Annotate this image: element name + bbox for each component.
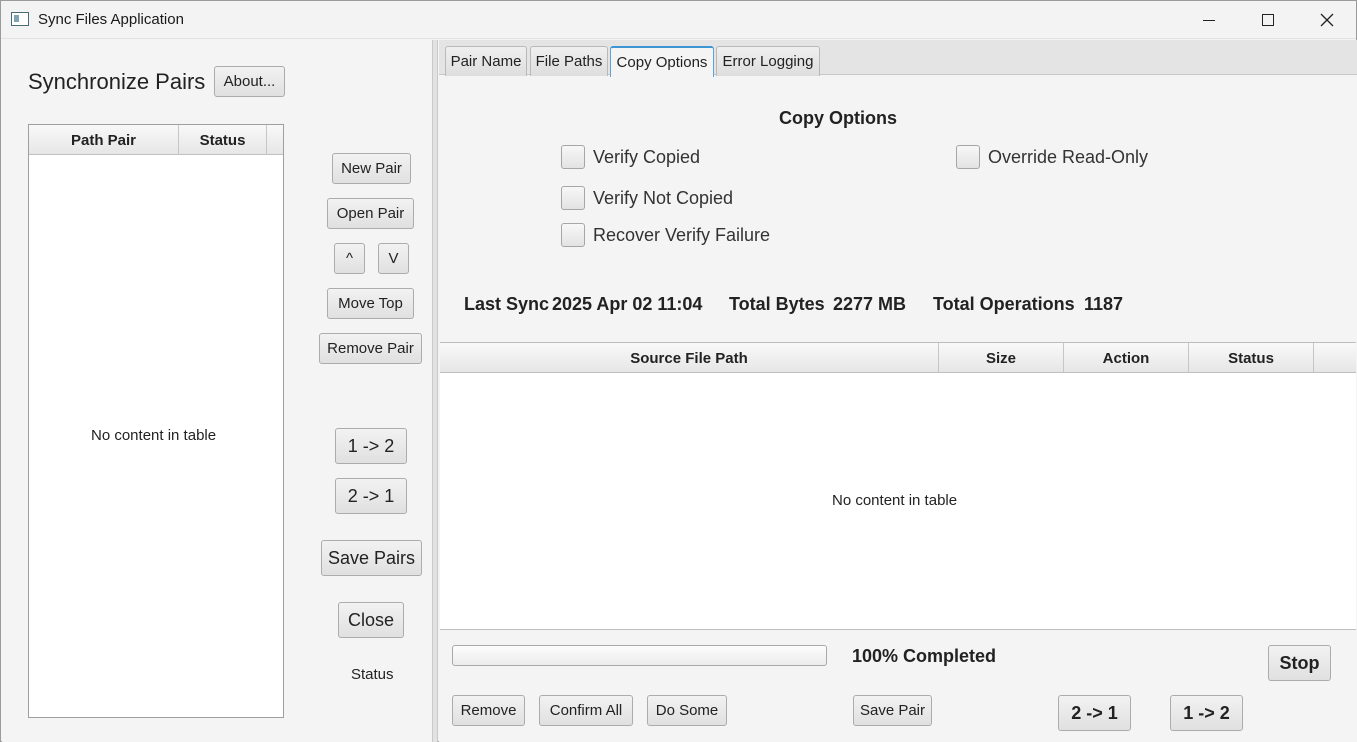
move-down-button[interactable]: V xyxy=(378,243,409,274)
total-bytes-value: 2277 MB xyxy=(833,294,907,314)
total-operations-label: Total Operations xyxy=(933,294,1075,314)
right-pane: Pair Name File Paths Copy Options Error … xyxy=(439,40,1357,742)
empty-table-message: No content in table xyxy=(832,492,958,509)
title-bar: Sync Files Application xyxy=(1,1,1356,39)
column-header-source-file-path[interactable]: Source File Path xyxy=(440,343,939,373)
verify-copied-label: Verify Copied xyxy=(593,146,701,167)
files-table[interactable]: Source File Path Size Action Status No c… xyxy=(440,342,1356,630)
save-pair-button[interactable]: Save Pair xyxy=(853,695,932,726)
column-header-action[interactable]: Action xyxy=(1064,343,1189,373)
app-window: Sync Files Application Synchronize Pairs… xyxy=(0,0,1357,742)
override-read-only-label: Override Read-Only xyxy=(988,146,1149,167)
do-some-button[interactable]: Do Some xyxy=(647,695,727,726)
stop-button[interactable]: Stop xyxy=(1268,645,1331,681)
pairs-table[interactable]: Path Pair Status No content in table xyxy=(28,124,284,718)
status-label: Status xyxy=(351,666,394,683)
move-up-button[interactable]: ^ xyxy=(334,243,365,274)
checkbox-box[interactable] xyxy=(561,223,585,247)
verify-not-copied-checkbox[interactable]: Verify Not Copied xyxy=(561,186,733,210)
minimize-button[interactable] xyxy=(1180,1,1238,39)
total-operations-value: 1187 xyxy=(1084,294,1124,314)
column-header-path-pair[interactable]: Path Pair xyxy=(29,125,179,155)
verify-copied-checkbox[interactable]: Verify Copied xyxy=(561,145,700,169)
minimize-icon xyxy=(1203,19,1215,21)
tab-file-paths[interactable]: File Paths xyxy=(530,46,608,76)
recover-verify-failure-label: Recover Verify Failure xyxy=(593,224,771,245)
copy-options-title: Copy Options xyxy=(779,108,897,128)
verify-not-copied-label: Verify Not Copied xyxy=(593,187,734,208)
last-sync-value: 2025 Apr 02 11:04 xyxy=(552,294,703,314)
about-button[interactable]: About... xyxy=(214,66,285,97)
confirm-all-button[interactable]: Confirm All xyxy=(539,695,633,726)
sync-1-to-2-button[interactable]: 1 -> 2 xyxy=(1170,695,1243,731)
close-button[interactable]: Close xyxy=(338,602,404,638)
new-pair-button[interactable]: New Pair xyxy=(332,153,411,184)
last-sync-label: Last Sync xyxy=(464,294,550,314)
column-header-status[interactable]: Status xyxy=(1189,343,1314,373)
tab-bar: Pair Name File Paths Copy Options Error … xyxy=(439,40,1357,77)
move-top-button[interactable]: Move Top xyxy=(327,288,414,319)
tab-pair-name[interactable]: Pair Name xyxy=(445,46,527,76)
checkbox-box[interactable] xyxy=(561,145,585,169)
save-pairs-button[interactable]: Save Pairs xyxy=(321,540,422,576)
files-table-header: Source File Path Size Action Status xyxy=(440,343,1356,373)
remove-button[interactable]: Remove xyxy=(452,695,525,726)
remove-pair-button[interactable]: Remove Pair xyxy=(319,333,422,364)
sync-2-to-1-button[interactable]: 2 -> 1 xyxy=(335,478,407,514)
maximize-button[interactable] xyxy=(1239,1,1297,39)
recover-verify-failure-checkbox[interactable]: Recover Verify Failure xyxy=(561,223,770,247)
maximize-icon xyxy=(1262,14,1274,26)
checkbox-box[interactable] xyxy=(956,145,980,169)
app-icon xyxy=(11,12,29,26)
checkbox-box[interactable] xyxy=(561,186,585,210)
sync-1-to-2-button[interactable]: 1 -> 2 xyxy=(335,428,407,464)
progress-label: 100% Completed xyxy=(852,646,997,666)
override-read-only-checkbox[interactable]: Override Read-Only xyxy=(956,145,1148,169)
open-pair-button[interactable]: Open Pair xyxy=(327,198,414,229)
close-window-button[interactable] xyxy=(1298,1,1356,39)
pairs-table-header: Path Pair Status xyxy=(29,125,283,155)
close-icon xyxy=(1320,13,1334,27)
column-header-size[interactable]: Size xyxy=(939,343,1064,373)
tab-copy-options[interactable]: Copy Options xyxy=(610,46,714,77)
sync-2-to-1-button[interactable]: 2 -> 1 xyxy=(1058,695,1131,731)
column-header-status[interactable]: Status xyxy=(179,125,267,155)
split-pane-divider[interactable] xyxy=(432,40,438,742)
progress-bar xyxy=(452,645,827,666)
tab-error-logging[interactable]: Error Logging xyxy=(716,46,820,76)
left-pane: Synchronize Pairs About... Path Pair Sta… xyxy=(2,40,432,742)
total-bytes-label: Total Bytes xyxy=(729,294,825,314)
empty-table-message: No content in table xyxy=(91,427,217,444)
page-title: Synchronize Pairs xyxy=(28,69,206,94)
window-title: Sync Files Application xyxy=(38,11,184,28)
